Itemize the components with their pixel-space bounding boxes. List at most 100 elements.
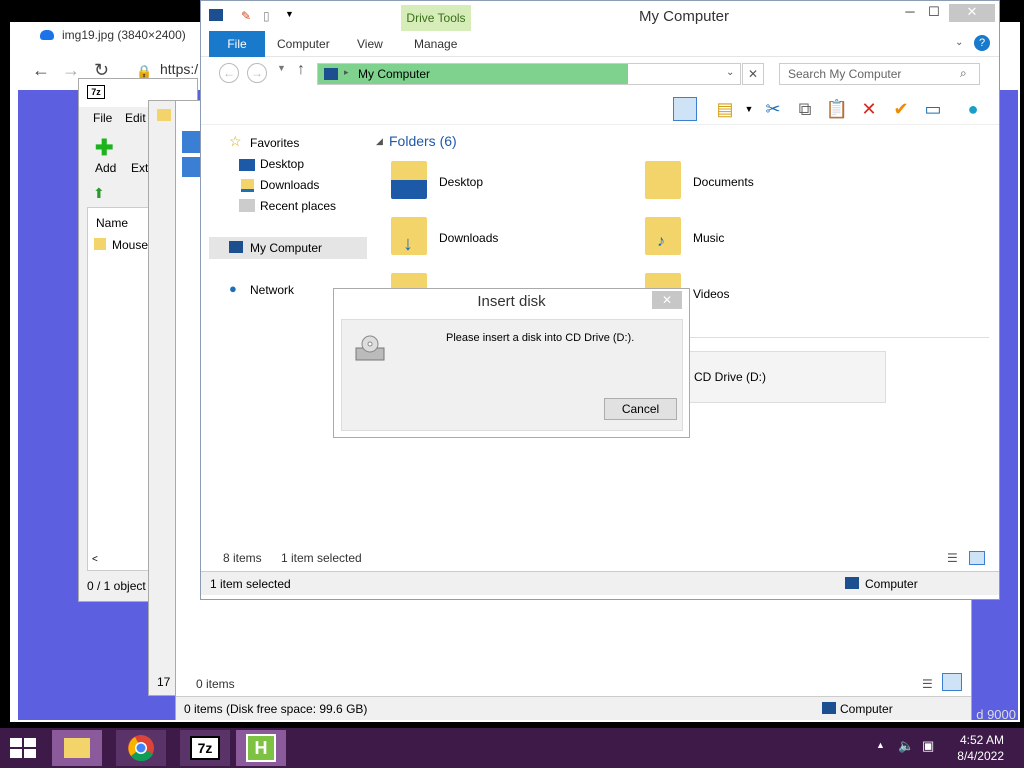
add-icon[interactable]: ✚ bbox=[95, 135, 113, 161]
folders-group-header[interactable]: Folders (6) bbox=[389, 133, 457, 149]
system-clock[interactable]: 4:52 AM 8/4/2022 bbox=[957, 732, 1004, 764]
properties-icon[interactable]: ▭ bbox=[921, 97, 945, 121]
videos-folder-icon[interactable] bbox=[645, 273, 681, 289]
documents-folder-icon[interactable] bbox=[645, 161, 681, 199]
address-row: ← → ▼ ↑ ▸ My Computer ⌄ ✕ Search My Comp… bbox=[201, 59, 999, 89]
search-input[interactable]: Search My Computer ⌕ bbox=[779, 63, 980, 85]
status-computer: Computer bbox=[865, 577, 918, 591]
tab-view[interactable]: View bbox=[357, 37, 383, 51]
address-text: My Computer bbox=[358, 67, 431, 81]
browser-bottom-text: d 9000 bbox=[976, 707, 1016, 722]
recent-places-icon bbox=[239, 199, 255, 212]
delete-icon[interactable]: ✕ bbox=[857, 97, 881, 121]
middle-window-status: 17 bbox=[157, 675, 171, 689]
details-view-icon[interactable]: ☰ bbox=[922, 677, 933, 691]
new-folder-icon[interactable]: ▯ bbox=[263, 9, 270, 23]
nav-favorites[interactable]: Favorites bbox=[250, 136, 299, 150]
7zip-taskbar-button[interactable]: 7z bbox=[180, 730, 230, 766]
7zip-status: 0 / 1 object bbox=[87, 579, 146, 593]
nav-downloads[interactable]: Downloads bbox=[260, 178, 319, 192]
items-count: 0 items bbox=[196, 677, 235, 691]
file-explorer-taskbar-button[interactable] bbox=[52, 730, 102, 766]
nav-desktop[interactable]: Desktop bbox=[260, 157, 304, 171]
computer-icon bbox=[209, 9, 223, 21]
cd-drive-icon bbox=[355, 335, 385, 361]
chrome-taskbar-button[interactable] bbox=[116, 730, 166, 766]
desktop-icon bbox=[239, 159, 255, 171]
folder-downloads[interactable]: Downloads bbox=[439, 231, 498, 245]
qat-dropdown-icon[interactable]: ▼ bbox=[285, 9, 294, 19]
pictures-folder-icon[interactable] bbox=[391, 273, 427, 289]
window-title: My Computer bbox=[639, 8, 730, 25]
copy-icon[interactable]: ⧉ bbox=[793, 97, 817, 121]
up-arrow-icon[interactable]: ↑ bbox=[297, 61, 305, 79]
scroll-left-icon[interactable]: < bbox=[92, 554, 98, 565]
windows-start-icon[interactable] bbox=[8, 736, 38, 760]
options-dropdown-icon[interactable]: ▼ bbox=[737, 97, 761, 121]
network-icon: ● bbox=[229, 281, 237, 296]
status-bar: 0 items (Disk free space: 99.6 GB) Compu… bbox=[176, 696, 971, 720]
ribbon-expand-icon[interactable]: ⌄ bbox=[955, 37, 963, 48]
chevron-right-icon: ▸ bbox=[344, 67, 349, 77]
show-hidden-icons[interactable]: ▲ bbox=[876, 740, 885, 750]
tab-manage[interactable]: Manage bbox=[414, 37, 457, 51]
recent-dropdown-icon[interactable]: ▼ bbox=[277, 63, 286, 73]
insert-disk-dialog: Insert disk ✕ Please insert a disk into … bbox=[333, 288, 690, 438]
menu-edit[interactable]: Edit bbox=[125, 111, 146, 125]
help-icon[interactable]: ? bbox=[974, 35, 990, 51]
collapse-icon[interactable]: ◢ bbox=[376, 136, 383, 147]
folder-documents[interactable]: Documents bbox=[693, 175, 754, 189]
checkmark-icon[interactable]: ✔ bbox=[889, 97, 913, 121]
volume-muted-icon[interactable]: 🔈 bbox=[898, 738, 914, 754]
large-icons-view-icon[interactable] bbox=[942, 673, 962, 691]
tab-computer[interactable]: Computer bbox=[277, 37, 330, 51]
computer-icon bbox=[845, 577, 859, 589]
downloads-icon bbox=[241, 179, 254, 192]
browser-tab-title[interactable]: img19.jpg (3840×2400) bbox=[62, 28, 186, 42]
search-icon: ⌕ bbox=[960, 66, 967, 80]
list-item[interactable]: Mouse bbox=[112, 238, 148, 252]
nav-network[interactable]: Network bbox=[250, 283, 294, 297]
address-bar[interactable]: ▸ My Computer ⌄ bbox=[317, 63, 741, 85]
back-button[interactable]: ← bbox=[219, 63, 239, 83]
hex-editor-icon: H bbox=[246, 734, 276, 762]
folder-videos[interactable]: Videos bbox=[693, 287, 729, 301]
folder-music[interactable]: Music bbox=[693, 231, 724, 245]
folder-desktop[interactable]: Desktop bbox=[439, 175, 483, 189]
dialog-close-button[interactable]: ✕ bbox=[652, 291, 682, 309]
desktop-folder-icon[interactable] bbox=[391, 161, 427, 199]
forward-button[interactable]: → bbox=[247, 63, 267, 83]
clear-address-button[interactable]: ✕ bbox=[742, 63, 764, 85]
status-selected: 1 item selected bbox=[210, 577, 291, 591]
taskbar: 7z H ▲ 🔈 ▣ 4:52 AM 8/4/2022 bbox=[0, 728, 1024, 768]
ribbon-tabs: File Computer View Manage ⌄ ? bbox=[201, 31, 999, 57]
globe-icon[interactable]: ● bbox=[961, 97, 985, 121]
properties-icon[interactable]: ✎ bbox=[241, 9, 251, 23]
folder-options-icon[interactable]: ▤ bbox=[713, 97, 737, 121]
add-button-label[interactable]: Add bbox=[95, 161, 116, 175]
large-icons-view-icon[interactable] bbox=[969, 551, 985, 565]
back-arrow-icon[interactable]: ← bbox=[32, 60, 50, 81]
network-status-icon[interactable]: ▣ bbox=[922, 738, 934, 754]
hex-editor-taskbar-button[interactable]: H bbox=[236, 730, 286, 766]
details-view-icon[interactable]: ☰ bbox=[947, 551, 958, 565]
up-folder-icon[interactable]: ⬆ bbox=[93, 185, 105, 202]
clock-date: 8/4/2022 bbox=[957, 749, 1004, 763]
paste-icon[interactable]: 📋 bbox=[825, 97, 849, 121]
tab-file[interactable]: File bbox=[209, 31, 265, 57]
address-dropdown-icon[interactable]: ⌄ bbox=[726, 67, 734, 78]
close-button[interactable]: ✕ bbox=[949, 4, 995, 22]
nav-recent-places[interactable]: Recent places bbox=[260, 199, 336, 213]
preview-pane-icon[interactable] bbox=[673, 97, 697, 121]
nav-my-computer[interactable]: My Computer bbox=[250, 241, 322, 255]
cancel-button[interactable]: Cancel bbox=[604, 398, 677, 420]
address-highlight: ▸ My Computer bbox=[318, 64, 628, 84]
column-header-name[interactable]: Name bbox=[96, 216, 128, 230]
dialog-body: Please insert a disk into CD Drive (D:).… bbox=[341, 319, 683, 431]
clock-time: 4:52 AM bbox=[959, 733, 1004, 747]
menu-file[interactable]: File bbox=[93, 111, 112, 125]
folder-icon bbox=[157, 109, 171, 121]
toolbar: ▤ ▼ ✂ ⧉ 📋 ✕ ✔ ▭ ● bbox=[201, 91, 999, 125]
cut-icon[interactable]: ✂ bbox=[761, 97, 785, 121]
browser-url[interactable]: https:/ bbox=[160, 61, 198, 77]
